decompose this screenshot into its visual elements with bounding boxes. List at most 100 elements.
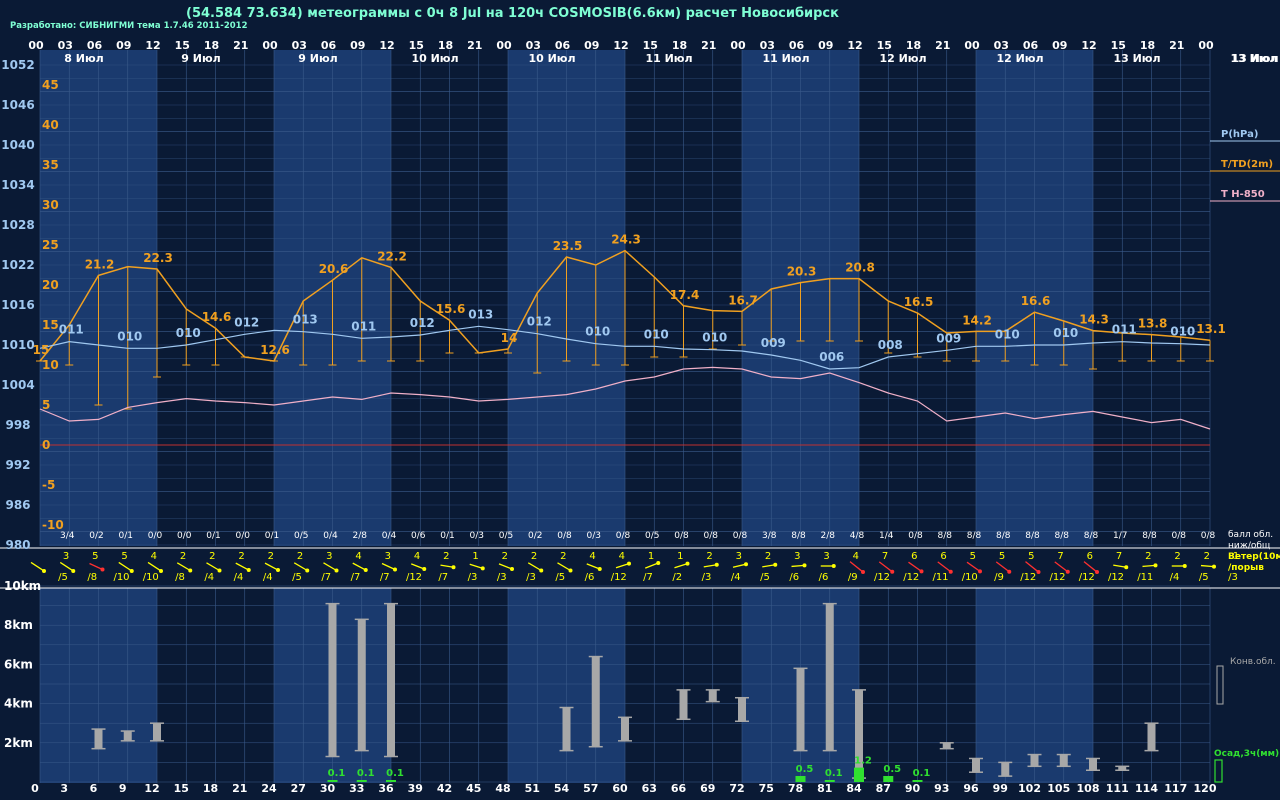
date-label: 10 Июл: [411, 52, 458, 65]
precip-bar: [854, 767, 864, 782]
wind-gust-label: /3: [1228, 572, 1238, 583]
wind-gust-label: /12: [1108, 572, 1124, 583]
hour-tick-label: 06: [1023, 39, 1039, 52]
legend: P(hPa) T/TD(2m) T H-850 балл обл.ниж/общВет…: [1210, 129, 1280, 783]
wind-arrow: [206, 562, 220, 572]
hour-tick-label: 18: [906, 39, 921, 52]
wind-arrow-head: [100, 567, 105, 572]
hour-tick-label: 18: [204, 39, 219, 52]
wind-gust-label: /5: [58, 572, 68, 583]
cloud-bar: [942, 742, 951, 749]
pressure-tick-label: 980: [5, 538, 30, 552]
lead-hour-label: 51: [525, 782, 540, 795]
wind-speed-label: 4: [853, 551, 859, 562]
wind-arrow-head: [42, 568, 46, 573]
height-tick-label: 2km: [4, 736, 33, 750]
temp-data-label: 12.6: [260, 343, 290, 357]
precip-bar: [824, 780, 835, 782]
temp-tick-label: -10: [42, 518, 64, 532]
cloud-bar: [972, 758, 980, 773]
wind-gust-label: /5: [555, 572, 565, 583]
temp-data-label: 16.6: [1021, 294, 1051, 308]
wind-gust-label: /8: [87, 572, 97, 583]
hour-tick-label: 00: [730, 39, 746, 52]
cloud-bar: [1001, 762, 1010, 777]
precip-label: 1.2: [854, 756, 872, 767]
cloud-cover-label: 3/4: [60, 531, 75, 541]
wind-arrow: [586, 563, 600, 570]
temp-data-label: 20.6: [319, 262, 349, 276]
precip-bar: [795, 776, 806, 782]
wind-speed-label: 2: [1145, 551, 1151, 562]
hour-tick-label: 12: [847, 39, 862, 52]
wind-arrow: [59, 561, 74, 572]
pressure-data-label: 013: [468, 307, 493, 321]
pressure-tick-label: 1034: [1, 178, 34, 192]
wind-arrow-head: [393, 567, 397, 572]
wind-arrow-head: [1007, 569, 1012, 574]
cloud-cover-label: 0/8: [674, 531, 689, 541]
lead-hour-label: 75: [759, 782, 774, 795]
date-label: 9 Июл: [298, 52, 337, 65]
wind-arrow: [995, 561, 1010, 573]
cloud-bar: [708, 689, 717, 702]
wind-speed-label: 3: [736, 551, 742, 562]
pressure-data-label: 013: [293, 313, 318, 327]
wind-arrow: [118, 561, 133, 572]
wind-arrow-head: [656, 561, 661, 566]
wind-arrow: [498, 563, 513, 570]
lead-hour-label: 105: [1047, 782, 1070, 795]
cloud-cover-label: 0/8: [1172, 531, 1187, 541]
wind-gust-label: /12: [406, 572, 422, 583]
hour-tick-label: 00: [964, 39, 980, 52]
wind-arrow: [30, 561, 45, 572]
wind-arrow-head: [685, 561, 690, 566]
hour-tick-label: 15: [1111, 39, 1126, 52]
wind-speed-label: 2: [443, 551, 449, 562]
wind-speed-label: 7: [882, 551, 888, 562]
cloud-cover-label: 0/4: [323, 531, 338, 541]
temp-tick-label: 20: [42, 278, 59, 292]
precip-label: 0.1: [328, 768, 346, 779]
precip-label: 0.1: [357, 768, 375, 779]
wind-strip: 3/5 5/8 5/10 4/10 2/8 2/4 2/4 2/4 2/5 3/7 4/7 3/7 4 /…: [30, 551, 1239, 583]
cloud-cover-label: 0/1: [206, 531, 220, 541]
lead-hour-label: 12: [144, 782, 159, 795]
wind-speed-label: 6: [911, 551, 917, 562]
date-label: 12 Июл: [996, 52, 1043, 65]
wind-gust-label: /11: [1137, 572, 1153, 583]
hour-tick-label: 06: [555, 39, 571, 52]
temp-data-label: 14.3: [1079, 313, 1109, 327]
date-label: 9 Июл: [181, 52, 220, 65]
wind-arrow-head: [305, 568, 310, 573]
wind-arrow: [352, 562, 367, 571]
temp-tick-label: 40: [42, 118, 59, 132]
hour-tick-label: 03: [994, 39, 1009, 52]
wind-arrow: [615, 562, 630, 569]
wind-arrow-head: [159, 568, 163, 573]
cloud-cover-label: 0/3: [587, 531, 601, 541]
precip-bar: [386, 780, 396, 782]
wind-gust-label: /10: [962, 572, 978, 583]
wind-arrow-head: [422, 566, 427, 571]
wind-speed-label: 4: [589, 551, 595, 562]
cloud-cover-label: 0/3: [470, 531, 484, 541]
cloud-bar: [738, 697, 746, 722]
date-label: 13 Июл: [1113, 52, 1160, 65]
wind-arrow-head: [480, 566, 485, 571]
pressure-data-label: 012: [234, 315, 259, 329]
wind-arrow: [557, 562, 571, 572]
cloud-cover-label: 0/8: [616, 531, 631, 541]
temp-data-label: 14.2: [962, 313, 992, 327]
cloud-cover-label: 0/8: [908, 531, 923, 541]
wind-gust-label: /12: [1049, 572, 1065, 583]
wind-arrow-head: [188, 568, 193, 573]
pressure-data-label: 008: [878, 338, 903, 352]
temp-tick-label: 15: [42, 318, 59, 332]
wind-arrow-head: [831, 564, 836, 568]
lead-hour-label: 39: [408, 782, 423, 795]
hour-tick-label: 03: [58, 39, 73, 52]
wind-arrow: [147, 561, 162, 572]
date-label: 11 Июл: [645, 52, 692, 65]
wind-arrow: [732, 563, 747, 568]
